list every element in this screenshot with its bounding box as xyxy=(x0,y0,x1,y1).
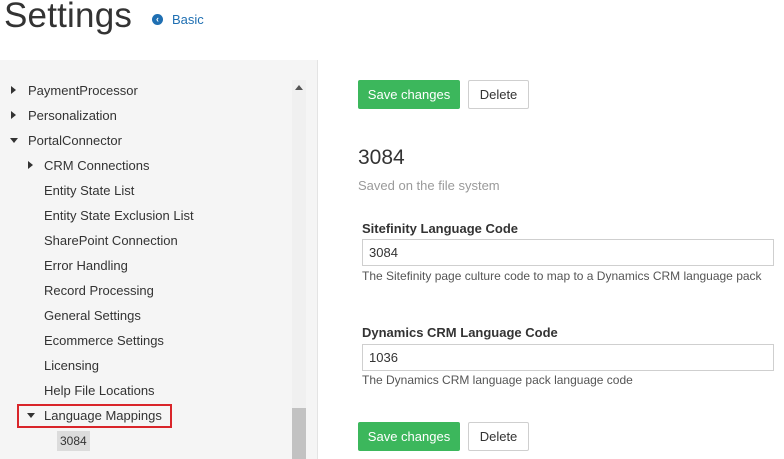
tree-item-label: Entity State Exclusion List xyxy=(44,208,194,223)
tree-item-crm-connections[interactable]: CRM Connections xyxy=(44,155,150,177)
dynamics-crm-language-code-label: Dynamics CRM Language Code xyxy=(362,325,558,340)
sitefinity-language-code-input[interactable] xyxy=(362,239,774,266)
tree-item-label: PortalConnector xyxy=(28,133,122,148)
tree-item-label: Record Processing xyxy=(44,283,154,298)
tree-item-sharepoint-connection[interactable]: SharePoint Connection xyxy=(44,230,178,252)
delete-button-bottom[interactable]: Delete xyxy=(468,422,529,451)
tree-item-label: Licensing xyxy=(44,358,99,373)
tree-item-label: Ecommerce Settings xyxy=(44,333,164,348)
tree-item-help-file-locations[interactable]: Help File Locations xyxy=(44,380,155,402)
sidebar-scrollbar[interactable] xyxy=(292,80,306,459)
tree-item-selected-leaf[interactable]: 3084 xyxy=(57,431,90,451)
arrow-left-circle-icon: ‹ xyxy=(152,14,163,25)
tree-item-label: General Settings xyxy=(44,308,141,323)
tree-item-label: Entity State List xyxy=(44,183,135,198)
expand-caret-icon[interactable] xyxy=(11,86,16,94)
save-changes-button-top[interactable]: Save changes xyxy=(358,80,460,109)
dynamics-crm-language-code-input[interactable] xyxy=(362,344,774,371)
expand-caret-icon[interactable] xyxy=(28,161,33,169)
sitefinity-language-code-help: The Sitefinity page culture code to map … xyxy=(362,269,762,283)
tree-item-paymentprocessor[interactable]: PaymentProcessor xyxy=(28,80,138,102)
tree-item-label: SharePoint Connection xyxy=(44,233,178,248)
dynamics-crm-language-code-help: The Dynamics CRM language pack language … xyxy=(362,373,633,387)
tree-item-error-handling[interactable]: Error Handling xyxy=(44,255,128,277)
tree-item-label: Personalization xyxy=(28,108,117,123)
tree-item-entity-state-list[interactable]: Entity State List xyxy=(44,180,134,202)
tree-item-label: Help File Locations xyxy=(44,383,155,398)
tree-item-label: Error Handling xyxy=(44,258,128,273)
tree-item-record-processing[interactable]: Record Processing xyxy=(44,280,154,302)
tree-item-personalization[interactable]: Personalization xyxy=(28,105,117,127)
tree-item-entity-state-exclusion-list[interactable]: Entity State Exclusion List xyxy=(44,205,194,227)
scrollbar-thumb[interactable] xyxy=(292,408,306,459)
tree-item-label: CRM Connections xyxy=(44,158,150,173)
highlight-annotation-box xyxy=(17,404,172,428)
tree-item-label: PaymentProcessor xyxy=(28,83,138,98)
back-to-basic-link[interactable]: ‹ Basic xyxy=(152,12,204,27)
delete-button-top[interactable]: Delete xyxy=(468,80,529,109)
collapse-caret-icon[interactable] xyxy=(10,138,18,143)
item-title: 3084 xyxy=(358,146,405,169)
header: Settings ‹ Basic xyxy=(0,0,784,60)
scroll-up-arrow-icon[interactable] xyxy=(295,85,303,90)
page-title: Settings xyxy=(4,0,133,35)
save-changes-button-bottom[interactable]: Save changes xyxy=(358,422,460,451)
tree-item-ecommerce-settings[interactable]: Ecommerce Settings xyxy=(44,330,164,352)
tree-item-general-settings[interactable]: General Settings xyxy=(44,305,141,327)
tree-item-licensing[interactable]: Licensing xyxy=(44,355,99,377)
sitefinity-language-code-label: Sitefinity Language Code xyxy=(362,221,519,236)
tree-item-portalconnector[interactable]: PortalConnector xyxy=(28,130,122,152)
back-link-label: Basic xyxy=(172,12,204,27)
item-subtitle: Saved on the file system xyxy=(358,178,500,193)
expand-caret-icon[interactable] xyxy=(11,111,16,119)
